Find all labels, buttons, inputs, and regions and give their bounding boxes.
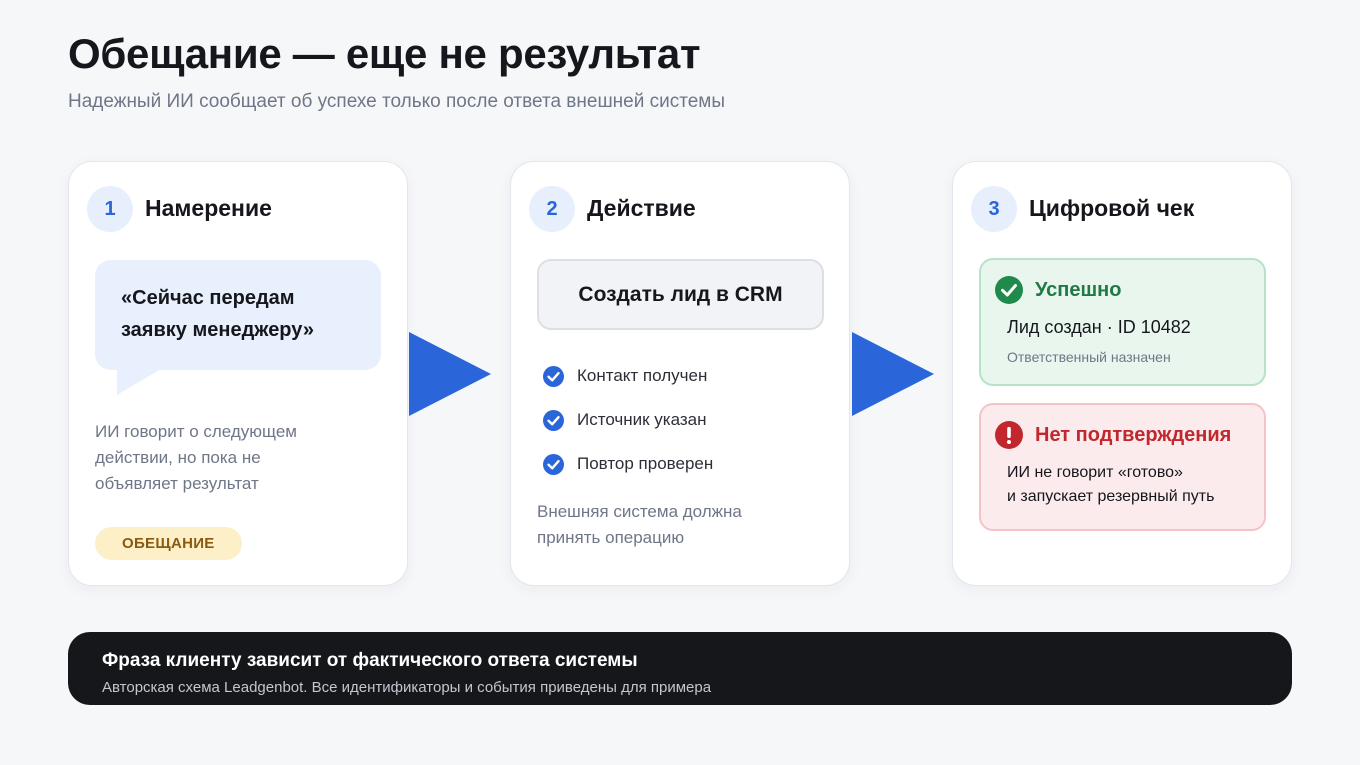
speech-bubble-quote: «Сейчас передам заявку менеджеру» bbox=[121, 287, 315, 341]
step-number-badge: 1 bbox=[87, 186, 133, 232]
speech-bubble-tail bbox=[117, 369, 161, 395]
footer-title: Фраза клиенту зависит от фактического от… bbox=[102, 650, 638, 671]
exclamation-circle-icon bbox=[995, 421, 1023, 449]
status-header: Нет подтверждения bbox=[995, 421, 1231, 449]
step-note-line: действии, но пока не bbox=[95, 448, 261, 467]
footer-note: Авторская схема Leadgenbot. Все идентифи… bbox=[102, 679, 712, 696]
status-line: Лид создан · ID 10482 bbox=[1007, 317, 1191, 337]
checklist-item: Повтор проверен bbox=[543, 453, 713, 475]
checklist-item-label: Источник указан bbox=[577, 410, 707, 429]
status-text: ИИ не говорит «готово» и запускает резер… bbox=[1007, 461, 1214, 509]
step-note: Внешняя система должна принять операцию bbox=[537, 499, 827, 551]
step-title: Намерение bbox=[145, 195, 272, 221]
promise-badge: ОБЕЩАНИЕ bbox=[95, 527, 242, 560]
step-note: ИИ говорит о следующем действии, но пока… bbox=[95, 419, 385, 497]
checklist-item-label: Повтор проверен bbox=[577, 454, 714, 473]
check-circle-icon bbox=[543, 409, 564, 431]
step-card-intent: 1 Намерение «Сейчас передам заявку менед… bbox=[68, 161, 408, 586]
action-box: Создать лид в CRM bbox=[537, 259, 824, 330]
step-note-line: принять операцию bbox=[537, 528, 685, 547]
step-title: Цифровой чек bbox=[1029, 195, 1195, 221]
step-title: Действие bbox=[587, 195, 696, 221]
checklist: Контакт получен Источник указан Повтор п… bbox=[543, 365, 713, 497]
speech-bubble: «Сейчас передам заявку менеджеру» bbox=[95, 260, 381, 370]
status-header: Успешно bbox=[995, 276, 1121, 304]
footer-banner: Фраза клиенту зависит от фактического от… bbox=[68, 632, 1292, 705]
checklist-item: Контакт получен bbox=[543, 365, 713, 387]
status-title: Нет подтверждения bbox=[1035, 423, 1232, 446]
flow-arrow-icon bbox=[852, 332, 934, 416]
status-line: и запускает резервный путь bbox=[1007, 488, 1215, 505]
step-note-line: ИИ говорит о следующем bbox=[95, 422, 297, 441]
step-note-line: объявляет результат bbox=[95, 474, 259, 493]
failure-status-box: Нет подтверждения ИИ не говорит «готово»… bbox=[979, 403, 1266, 531]
check-circle-icon bbox=[543, 453, 564, 475]
page-title: Обещание — еще не результат bbox=[68, 30, 701, 77]
check-circle-icon bbox=[543, 365, 564, 387]
step-number-badge: 2 bbox=[529, 186, 575, 232]
status-title: Успешно bbox=[1035, 278, 1122, 301]
page-subtitle: Надежный ИИ сообщает об успехе только по… bbox=[68, 91, 726, 112]
flow-arrow-icon bbox=[409, 332, 491, 416]
step-note-line: Внешняя система должна bbox=[537, 502, 742, 521]
check-circle-icon bbox=[995, 276, 1023, 304]
checklist-item-label: Контакт получен bbox=[577, 366, 708, 385]
status-line: ИИ не говорит «готово» bbox=[1007, 464, 1183, 481]
step-card-action: 2 Действие Создать лид в CRM Контакт пол… bbox=[510, 161, 850, 586]
checklist-item: Источник указан bbox=[543, 409, 713, 431]
success-status-box: Успешно Лид создан · ID 10482 Ответствен… bbox=[979, 258, 1266, 386]
step-card-receipt: 3 Цифровой чек Успешно Лид создан · ID 1… bbox=[952, 161, 1292, 586]
status-subline: Ответственный назначен bbox=[1007, 349, 1171, 365]
action-label: Создать лид в CRM bbox=[578, 282, 783, 306]
step-number-badge: 3 bbox=[971, 186, 1017, 232]
